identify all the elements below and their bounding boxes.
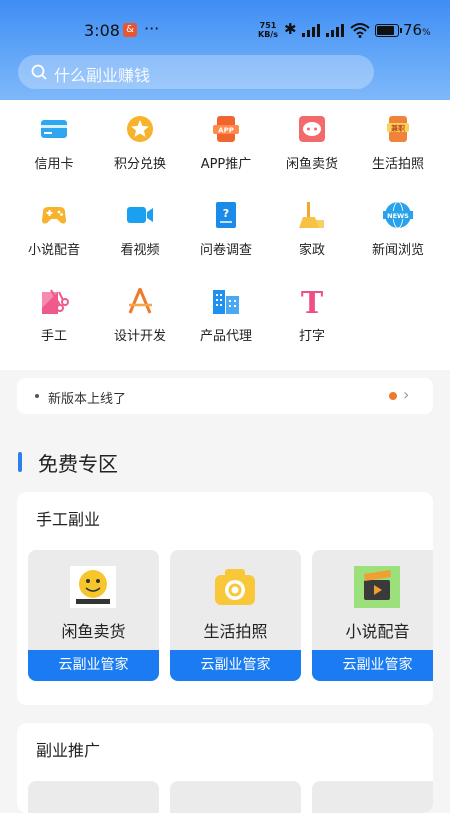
notification-badge-icon: & — [123, 23, 137, 37]
tile-action-button[interactable]: 云副业管家 — [28, 650, 159, 681]
grid-item-xianyu[interactable]: 闲鱼卖货 — [267, 104, 357, 174]
grid-item-life-photo[interactable]: 兼职 生活拍照 — [353, 104, 443, 174]
tile-action-button[interactable]: 云副业管家 — [312, 650, 433, 681]
signal-icon — [326, 24, 346, 37]
video-camera-icon — [127, 207, 153, 223]
scissors-icon — [42, 289, 69, 314]
announcement-bar[interactable]: 新版本上线了 › — [17, 378, 433, 414]
search-placeholder: 什么副业赚钱 — [54, 66, 151, 85]
grid-item-design-dev[interactable]: 设计开发 — [95, 276, 185, 346]
camera-icon — [215, 569, 255, 605]
grid-item-news[interactable]: NEWS 新闻浏览 — [353, 190, 443, 260]
bluetooth-icon: ✱ — [284, 20, 297, 38]
card-title: 副业推广 — [36, 741, 101, 760]
grid-label: 闲鱼卖货 — [285, 157, 338, 172]
section-accent-bar — [18, 452, 22, 472]
grid-label: 打字 — [298, 329, 325, 344]
chevron-right-icon[interactable]: › — [403, 385, 409, 404]
grid-label: 产品代理 — [199, 329, 252, 344]
survey-doc-icon: ? — [216, 202, 236, 228]
search-bar[interactable]: 什么副业赚钱 — [18, 55, 374, 89]
tile-action-button[interactable]: 云副业管家 — [170, 650, 301, 681]
category-grid: 信用卡 积分兑换 APP APP推广 闲鱼卖货 兼职 生活拍照 小说配音 看视频… — [0, 100, 450, 370]
battery-percent-value: 76 — [403, 21, 423, 39]
task-tile[interactable]: 小说配音 云副业管家 — [312, 550, 433, 681]
typing-t-icon-text: T — [301, 286, 324, 316]
design-tools-icon — [128, 288, 152, 314]
task-tile[interactable]: 生活拍照 云副业管家 — [170, 550, 301, 681]
grid-label: 设计开发 — [113, 329, 166, 344]
network-speed-value: 751 — [259, 21, 277, 30]
photo-job-icon: 兼职 — [387, 116, 409, 142]
housekeeping-icon — [299, 202, 324, 228]
grid-item-watch-video[interactable]: 看视频 — [95, 190, 185, 260]
task-tile[interactable] — [170, 781, 301, 813]
news-globe-icon-text: NEWS — [387, 212, 409, 220]
credit-card-icon — [41, 120, 67, 138]
app-promo-icon: APP — [213, 116, 239, 142]
signal-icon — [302, 24, 322, 37]
task-tile[interactable] — [28, 781, 159, 813]
announcement-text: 新版本上线了 — [48, 392, 127, 407]
unread-dot-icon — [389, 392, 397, 400]
battery-percent-unit: % — [422, 28, 431, 38]
gamepad-icon — [42, 207, 66, 224]
network-speed: 751 KB/s — [258, 21, 278, 39]
tile-name: 闲鱼卖货 — [61, 622, 126, 641]
grid-item-points[interactable]: 积分兑换 — [95, 104, 185, 174]
grid-label: 小说配音 — [27, 243, 80, 258]
network-speed-unit: KB/s — [258, 30, 278, 39]
buildings-icon — [213, 290, 239, 314]
typing-t-icon: T — [301, 286, 324, 316]
svg-text:?: ? — [223, 207, 229, 220]
grid-item-survey[interactable]: ? 问卷调查 — [181, 190, 271, 260]
task-tile[interactable]: 闲鱼卖货 云副业管家 — [28, 550, 159, 681]
bullet-icon — [35, 394, 39, 398]
grid-label: APP推广 — [200, 157, 252, 172]
points-star-icon — [127, 116, 153, 142]
task-tile[interactable] — [312, 781, 433, 813]
grid-item-agent[interactable]: 产品代理 — [181, 276, 271, 346]
grid-label: 问卷调查 — [199, 243, 252, 258]
app-promo-icon-text: APP — [218, 127, 234, 135]
card-title: 手工副业 — [36, 510, 101, 529]
grid-label: 生活拍照 — [371, 157, 424, 172]
grid-item-app-promo[interactable]: APP APP推广 — [181, 104, 271, 174]
grid-item-novel-dubbing[interactable]: 小说配音 — [9, 190, 99, 260]
grid-item-typing[interactable]: T 打字 — [267, 276, 357, 346]
category-card-handcraft: 手工副业 闲鱼卖货 云副业管家 生活拍照 云副业管家 小说配音 云副业管家 — [17, 492, 433, 705]
grid-item-handcraft[interactable]: 手工 — [9, 276, 99, 346]
status-bar: 3:08 & ··· 751 KB/s ✱ 76% — [0, 18, 450, 46]
grid-item-housekeeping[interactable]: 家政 — [267, 190, 357, 260]
grid-label: 新闻浏览 — [371, 243, 424, 258]
grid-label: 信用卡 — [34, 157, 74, 172]
tile-name: 小说配音 — [345, 622, 410, 641]
grid-label: 积分兑换 — [113, 157, 166, 172]
status-time: 3:08 — [84, 21, 120, 40]
news-globe-icon: NEWS — [383, 201, 413, 229]
search-icon — [31, 64, 47, 80]
clapperboard-icon — [354, 566, 400, 608]
chat-bubble-icon — [299, 116, 325, 142]
battery-icon — [375, 24, 402, 37]
more-notifications-icon: ··· — [144, 19, 160, 38]
wifi-icon — [350, 23, 370, 38]
photo-job-icon-text: 兼职 — [391, 124, 405, 133]
battery-percent: 76% — [403, 21, 431, 39]
grid-label: 家政 — [298, 243, 325, 258]
grid-item-credit-card[interactable]: 信用卡 — [9, 104, 99, 174]
tile-name: 生活拍照 — [203, 622, 268, 641]
section-title: 免费专区 — [38, 452, 118, 476]
grid-label: 看视频 — [120, 243, 160, 258]
grid-label: 手工 — [40, 329, 67, 344]
fish-sticker-icon — [70, 566, 116, 608]
